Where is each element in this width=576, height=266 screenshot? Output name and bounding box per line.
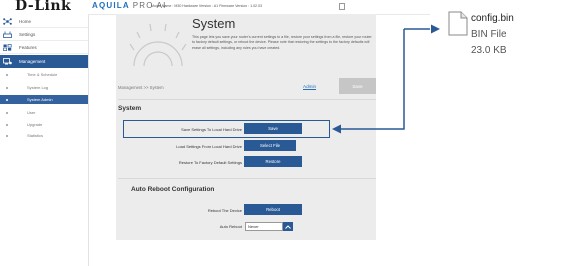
subitem-label: User: [27, 110, 36, 115]
sidebar-subitem-upgrade[interactable]: Upgrade: [0, 120, 88, 129]
bullet-icon: [6, 98, 8, 101]
save-settings-label: Save Settings To Local Hard Drive: [181, 127, 242, 132]
subitem-label: Time & Schedule: [27, 72, 58, 77]
sidebar-item-features[interactable]: Features: [0, 41, 88, 54]
chevron-up-icon[interactable]: [283, 222, 293, 231]
dlink-logo: D-Link: [0, 0, 88, 14]
sidebar-item-label: Management: [19, 59, 46, 64]
file-size: 23.0 KB: [471, 45, 507, 56]
sidebar-item-home[interactable]: Home: [0, 15, 88, 28]
section-heading-auto-reboot: Auto Reboot Configuration: [131, 186, 215, 193]
subitem-label: System Log: [27, 85, 49, 90]
save-button[interactable]: Save: [339, 78, 376, 94]
document-icon[interactable]: [339, 3, 345, 10]
bullet-icon: [6, 73, 8, 76]
sidebar-item-label: Home: [19, 18, 32, 24]
admin-link[interactable]: Admin: [303, 84, 316, 89]
model-info: Model Name : M30 Hardware Version : A1 F…: [151, 4, 263, 8]
sidebar-item-settings[interactable]: Settings: [0, 28, 88, 41]
reboot-device-label: Reboot The Device: [207, 208, 242, 213]
sidebar-subitem-system-admin[interactable]: System Admin: [0, 95, 88, 104]
arrow-head-right: [431, 24, 440, 34]
management-icon: [3, 58, 12, 65]
restore-button[interactable]: Restore: [244, 156, 302, 167]
bullet-icon: [6, 86, 8, 89]
sidebar-subitem-system-log[interactable]: System Log: [0, 83, 88, 92]
save-settings-button[interactable]: Save: [244, 123, 302, 134]
home-network-icon: [3, 17, 12, 25]
sidebar-item-label: Features: [19, 44, 37, 50]
bullet-icon: [6, 123, 8, 126]
page-title: System: [192, 16, 236, 31]
breadcrumb: Management >> System: [118, 85, 164, 90]
sidebar-item-label: Settings: [19, 31, 36, 37]
auto-reboot-select[interactable]: Never: [245, 222, 283, 231]
bullet-icon: [6, 111, 8, 114]
restore-defaults-label: Restore To Factory Default Settings: [178, 160, 242, 165]
file-icon: [448, 11, 468, 36]
subitem-label: Statistics: [27, 133, 44, 138]
page-description: This page lets you save your router's cu…: [192, 35, 372, 50]
system-gear-icon: [129, 23, 187, 67]
router-icon: [3, 31, 12, 38]
load-settings-label: Load Settings From Local Hard Drive: [176, 144, 242, 149]
reboot-button[interactable]: Reboot: [244, 204, 302, 215]
sidebar-subitem-statistics[interactable]: Statistics: [0, 131, 88, 140]
divider: [118, 178, 376, 179]
divider: [118, 99, 376, 100]
select-file-button[interactable]: Select File: [244, 140, 296, 151]
section-heading-system: System: [118, 105, 142, 112]
sidebar-subitem-user[interactable]: User: [0, 108, 88, 117]
sidebar-subitem-time-schedule[interactable]: Time & Schedule: [0, 70, 88, 79]
bullet-icon: [6, 134, 8, 137]
auto-reboot-label: Auto Reboot: [219, 224, 242, 229]
subitem-label: Upgrade: [27, 122, 43, 127]
subitem-label: System Admin: [27, 97, 53, 102]
features-icon: [3, 43, 12, 51]
file-type: BIN File: [471, 29, 507, 40]
file-name: config.bin: [471, 13, 514, 24]
sidebar-item-management[interactable]: Management: [0, 55, 88, 68]
